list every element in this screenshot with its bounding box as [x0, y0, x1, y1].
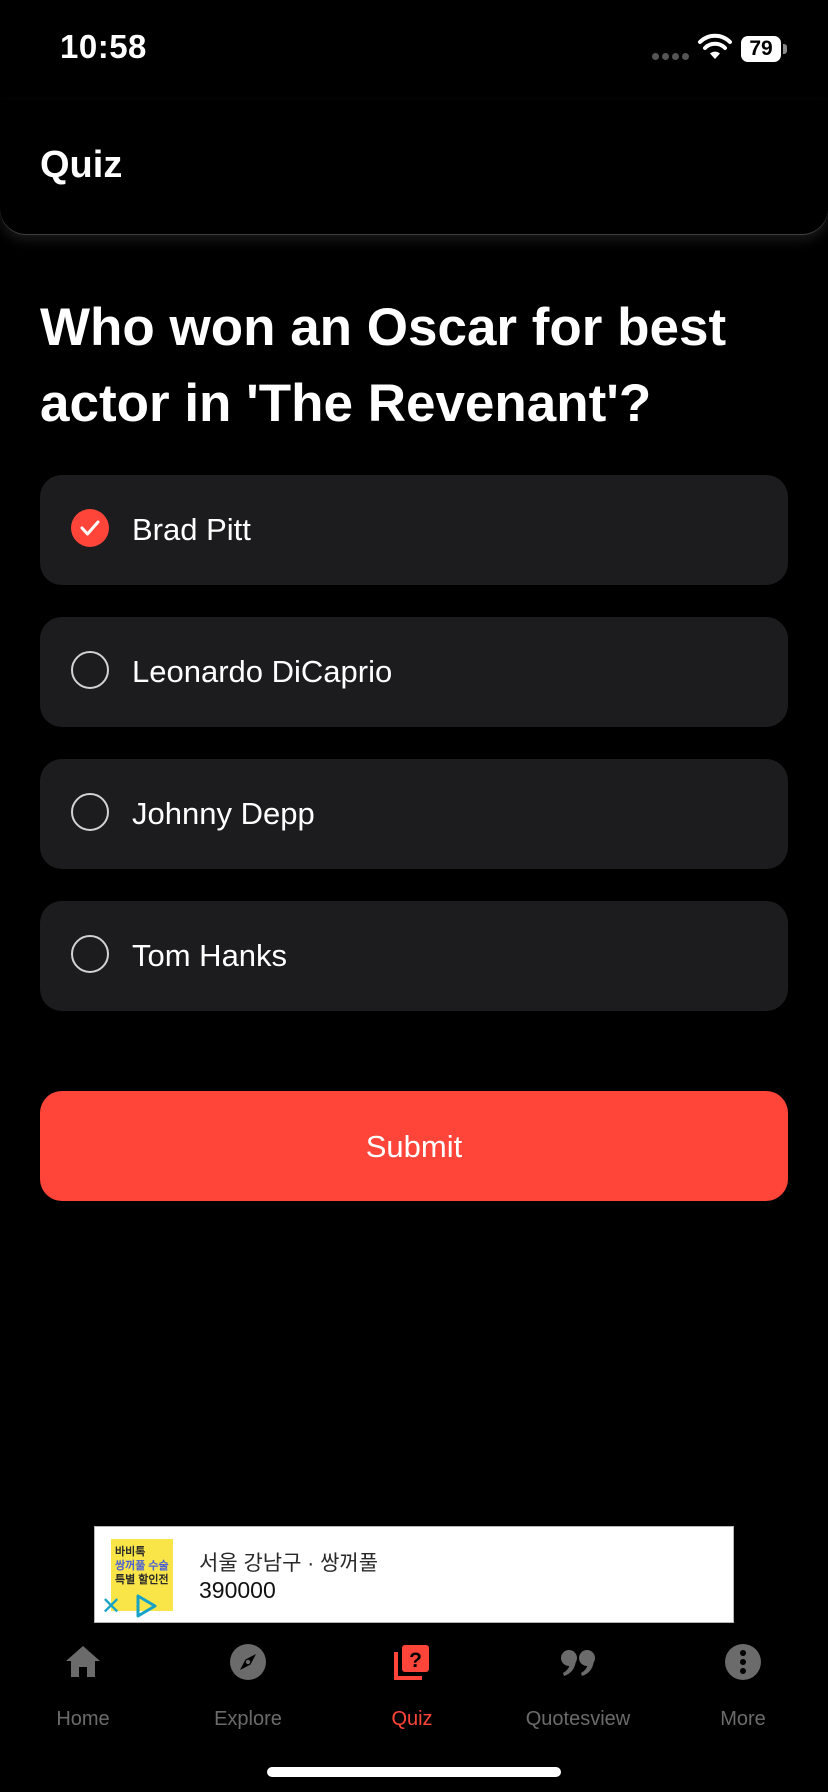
answer-option-4[interactable]: Tom Hanks [40, 901, 788, 1011]
answer-option-label: Johnny Depp [132, 796, 315, 831]
answer-option-label: Leonardo DiCaprio [132, 654, 393, 689]
answer-option-1[interactable]: Brad Pitt [40, 475, 788, 585]
home-icon [66, 1646, 100, 1677]
app-header: Quiz [0, 100, 828, 234]
answer-option-label: Brad Pitt [132, 512, 251, 547]
tab-label: Home [56, 1708, 110, 1730]
answer-option-3[interactable]: Johnny Depp [40, 759, 788, 869]
tab-label: Explore [214, 1708, 282, 1730]
tab-quiz[interactable]: ? Quiz [347, 1630, 477, 1730]
ad-thumb-line: 바비톡 [115, 1546, 146, 1558]
answer-option-label: Tom Hanks [132, 938, 288, 973]
more-icon [725, 1644, 761, 1680]
ad-choices-icon[interactable] [133, 1593, 159, 1619]
tab-label: Quotesview [525, 1708, 631, 1730]
submit-button[interactable]: Submit [40, 1091, 788, 1201]
page-title: Quiz [40, 144, 123, 186]
cellular-signal-icon [652, 53, 692, 61]
tab-explore[interactable]: Explore [183, 1630, 313, 1730]
quiz-icon: ? [394, 1645, 429, 1680]
ad-banner[interactable]: 바비톡 쌍꺼풀 수술 특별 할인전 ✕ 서울 강남구 · 쌍꺼풀 390000 [94, 1526, 734, 1623]
radio-unchecked-icon[interactable] [71, 651, 109, 689]
status-time: 10:58 [60, 28, 147, 65]
ad-title[interactable]: 서울 강남구 · 쌍꺼풀 [199, 1547, 378, 1577]
status-bar: 10:58 79 [0, 0, 828, 100]
battery-level: 79 [741, 36, 781, 62]
tab-label: More [720, 1708, 766, 1730]
svg-text:?: ? [409, 1649, 422, 1672]
bottom-tab-bar: Home Explore ? Quiz Quotesview More [0, 1630, 828, 1730]
compass-icon [230, 1644, 266, 1680]
ad-thumb-line: 쌍꺼풀 수술 [115, 1560, 169, 1572]
answer-option-2[interactable]: Leonardo DiCaprio [40, 617, 788, 727]
ad-close-icon[interactable]: ✕ [101, 1595, 121, 1619]
wifi-icon [698, 33, 732, 59]
radio-unchecked-icon[interactable] [71, 793, 109, 831]
ad-thumb-line: 특별 할인전 [115, 1574, 169, 1586]
tab-home[interactable]: Home [18, 1630, 148, 1730]
home-indicator[interactable] [267, 1767, 561, 1777]
radio-unchecked-icon[interactable] [71, 935, 109, 973]
quote-icon [561, 1650, 595, 1676]
ad-price[interactable]: 390000 [199, 1577, 276, 1604]
tab-label: Quiz [391, 1708, 433, 1730]
quiz-question: Who won an Oscar for best actor in 'The … [40, 298, 727, 433]
tab-quotesview[interactable]: Quotesview [513, 1630, 643, 1730]
battery-icon: 79 [741, 36, 787, 63]
tab-more[interactable]: More [678, 1630, 808, 1730]
radio-checked-icon[interactable] [71, 509, 109, 547]
